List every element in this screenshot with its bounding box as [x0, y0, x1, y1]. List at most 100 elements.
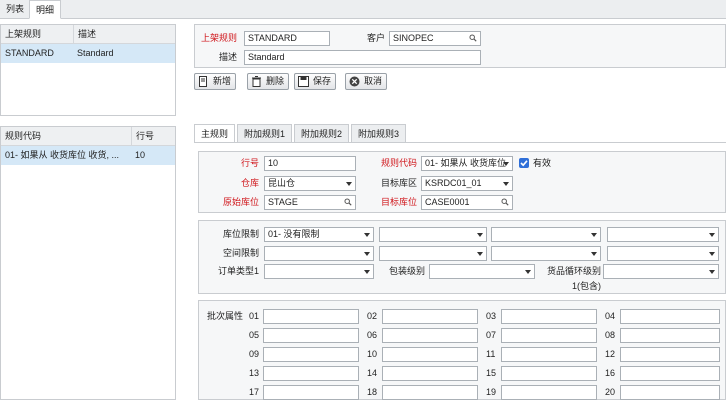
space-limit-select-2[interactable]: [379, 246, 487, 261]
chevron-down-icon: [477, 233, 483, 237]
batch-attr-input[interactable]: [382, 328, 478, 343]
batch-attr-label: 09: [249, 349, 260, 359]
row-rule-desc: Standard: [77, 48, 114, 58]
loc-limit-select[interactable]: 01- 没有限制: [264, 227, 374, 242]
search-icon[interactable]: [501, 198, 509, 206]
loc-limit-select-4[interactable]: [607, 227, 719, 242]
tab-extra-rule-2[interactable]: 附加规则2: [294, 124, 350, 143]
loc-limit-select-3[interactable]: [491, 227, 601, 242]
batch-attr-label: 14: [367, 368, 378, 378]
table-row[interactable]: 01- 如果从 收货库位 收货, ... 10: [1, 146, 175, 165]
batch-attr-input[interactable]: [501, 385, 597, 400]
batch-attr-input[interactable]: [501, 309, 597, 324]
batch-attr-label: 06: [367, 330, 378, 340]
loc-limit-label: 库位限制: [222, 229, 259, 239]
batch-attr-input[interactable]: [620, 328, 720, 343]
customer-input[interactable]: SINOPEC: [389, 31, 481, 46]
customer-value: SINOPEC: [393, 33, 434, 43]
desc-label: 描述: [218, 52, 237, 62]
tab-extra-rule-1[interactable]: 附加规则1: [237, 124, 293, 143]
search-icon[interactable]: [344, 198, 352, 206]
source-loc-input[interactable]: STAGE: [264, 195, 356, 210]
delete-button[interactable]: 删除: [247, 73, 290, 90]
batch-attr-label: 17: [249, 387, 260, 397]
batch-attr-input[interactable]: [501, 347, 597, 362]
rule-input[interactable]: STANDARD: [244, 31, 330, 46]
rule-list-panel: 上架规则 描述 STANDARD Standard: [0, 24, 176, 116]
batch-attr-input[interactable]: [501, 366, 597, 381]
batch-attr-label: 04: [605, 311, 616, 321]
save-label: 保存: [313, 76, 332, 86]
batch-attr-input[interactable]: [263, 328, 359, 343]
batch-attr-label: 18: [367, 387, 378, 397]
warehouse-select[interactable]: 昆山仓: [264, 176, 356, 191]
cycle-level-label: 货品循环级别: [546, 266, 601, 276]
search-icon[interactable]: [469, 34, 477, 42]
rule-code-value: 01- 如果从 收货库位: [425, 158, 507, 168]
save-icon: [298, 76, 309, 87]
chevron-down-icon: [525, 270, 531, 274]
header-form: 上架规则 STANDARD 客户 SINOPEC 描述 Standard: [194, 24, 726, 68]
row-rule-code: 01- 如果从 收货库位 收货, ...: [5, 150, 120, 160]
batch-attr-input[interactable]: [620, 309, 720, 324]
check-icon: [520, 160, 528, 167]
desc-input[interactable]: Standard: [244, 50, 481, 65]
batch-attr-label: 13: [249, 368, 260, 378]
batch-attr-input[interactable]: [620, 347, 720, 362]
batch-attr-input[interactable]: [263, 309, 359, 324]
new-doc-icon: [199, 76, 207, 87]
row-rule-code: STANDARD: [5, 48, 54, 58]
rule-code-select[interactable]: 01- 如果从 收货库位: [421, 156, 513, 171]
limits-form: 库位限制 01- 没有限制 空间限制 订单类型1 包装级别 货品循环级别 1(包…: [198, 220, 726, 294]
space-limit-select[interactable]: [264, 246, 374, 261]
chevron-down-icon: [709, 270, 715, 274]
new-button[interactable]: 新增: [194, 73, 237, 90]
chevron-down-icon: [709, 233, 715, 237]
table-row[interactable]: STANDARD Standard: [1, 44, 175, 63]
space-limit-label: 空间限制: [222, 248, 259, 258]
batch-attr-label: 20: [605, 387, 616, 397]
batch-attr-input[interactable]: [263, 347, 359, 362]
top-tab-bar: 列表 明细: [0, 0, 726, 19]
main-rule-form: 行号 10 规则代码 01- 如果从 收货库位 有效 仓库 昆山仓 目标库区 K…: [198, 151, 726, 213]
cycle-level-select[interactable]: [603, 264, 719, 279]
rule-code-label: 规则代码: [380, 158, 417, 168]
cycle-level-note: 1(包含): [572, 281, 601, 291]
batch-attr-input[interactable]: [382, 366, 478, 381]
active-checkbox[interactable]: [519, 158, 529, 168]
chevron-down-icon: [591, 252, 597, 256]
batch-attr-input[interactable]: [620, 366, 720, 381]
batch-attr-label: 16: [605, 368, 616, 378]
new-label: 新增: [213, 76, 232, 86]
pack-level-select[interactable]: [429, 264, 535, 279]
tab-detail[interactable]: 明细: [29, 0, 62, 19]
batch-attr-input[interactable]: [263, 385, 359, 400]
batch-attributes-form: 批次属性 01 02 03 04 05 06 07 08 09 10 11 12 13 14 15 16 17 1…: [198, 300, 726, 400]
batch-attr-input[interactable]: [501, 328, 597, 343]
target-zone-label: 目标库区: [380, 178, 417, 188]
batch-attr-input[interactable]: [263, 366, 359, 381]
batch-attr-label: 08: [605, 330, 616, 340]
row-line-number: 10: [135, 150, 146, 160]
target-loc-input[interactable]: CASE0001: [421, 195, 513, 210]
col-header-rule-code: 规则代码: [5, 131, 42, 141]
tab-main-rule[interactable]: 主规则: [194, 124, 236, 143]
loc-limit-select-2[interactable]: [379, 227, 487, 242]
tab-extra-rule-3[interactable]: 附加规则3: [351, 124, 407, 143]
chevron-down-icon: [503, 162, 509, 166]
line-input[interactable]: 10: [264, 156, 356, 171]
target-zone-select[interactable]: KSRDC01_01: [421, 176, 513, 191]
batch-attr-input[interactable]: [382, 347, 478, 362]
order-type-select[interactable]: [264, 264, 374, 279]
batch-attr-input[interactable]: [382, 309, 478, 324]
line-label: 行号: [240, 158, 259, 168]
space-limit-select-3[interactable]: [491, 246, 601, 261]
batch-attr-input[interactable]: [620, 385, 720, 400]
col-header-line: 行号: [131, 127, 154, 146]
save-button[interactable]: 保存: [294, 73, 337, 90]
batch-attr-input[interactable]: [382, 385, 478, 400]
tab-list[interactable]: 列表: [0, 0, 30, 19]
cancel-button[interactable]: 取消: [345, 73, 388, 90]
space-limit-select-4[interactable]: [607, 246, 719, 261]
warehouse-label: 仓库: [240, 178, 259, 188]
